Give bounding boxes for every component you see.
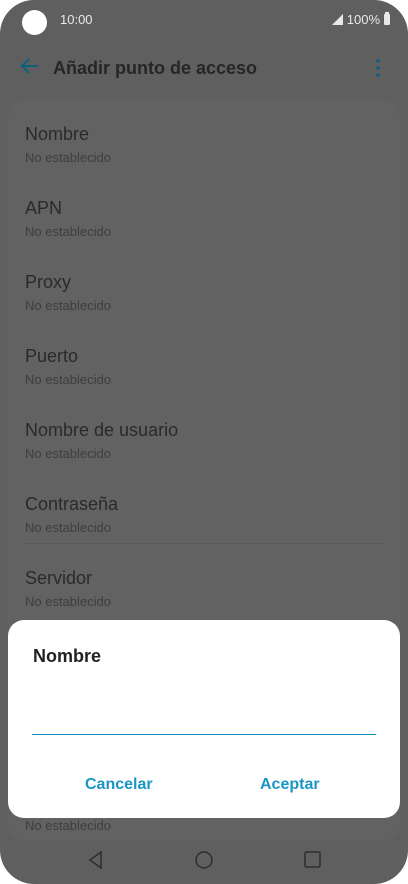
setting-label: Contraseña [25, 494, 119, 514]
setting-value: No establecido [25, 372, 111, 387]
dialog-title: Nombre [33, 646, 102, 666]
setting-label: APN [25, 198, 63, 218]
setting-label: Proxy [25, 272, 72, 292]
back-arrow-icon[interactable] [18, 54, 42, 78]
back-nav-icon[interactable] [86, 846, 106, 879]
name-input[interactable] [32, 704, 376, 735]
hidden-setting-value: No establecido [25, 818, 111, 833]
setting-row-contrasena[interactable]: Contraseña No establecido [25, 470, 383, 544]
setting-label: Puerto [25, 346, 79, 366]
setting-label: Servidor [25, 568, 93, 588]
home-nav-icon[interactable] [193, 846, 215, 879]
page-title: Añadir punto de acceso [53, 58, 258, 78]
setting-row-servidor[interactable]: Servidor No establecido [25, 544, 383, 618]
signal-icon [331, 14, 343, 25]
setting-value: No establecido [25, 298, 111, 313]
setting-row-apn[interactable]: APN No establecido [25, 174, 383, 248]
battery-percent: 100% [346, 12, 380, 27]
status-right: 100% [331, 12, 390, 27]
status-bar: 10:00 100% [0, 0, 408, 40]
setting-value: No establecido [25, 446, 111, 461]
battery-icon [384, 12, 390, 25]
accept-button[interactable]: Aceptar [260, 776, 320, 794]
setting-value: No establecido [25, 594, 111, 609]
cancel-button[interactable]: Cancelar [85, 776, 153, 794]
setting-value: No establecido [25, 150, 111, 165]
status-time: 10:00 [60, 12, 93, 27]
setting-row-nombre[interactable]: Nombre No establecido [25, 100, 383, 174]
setting-row-puerto[interactable]: Puerto No establecido [25, 322, 383, 396]
setting-value: No establecido [25, 224, 111, 239]
setting-label: Nombre de usuario [25, 420, 179, 440]
front-camera [22, 10, 47, 35]
setting-row-proxy[interactable]: Proxy No establecido [25, 248, 383, 322]
more-options-icon[interactable] [368, 56, 388, 80]
name-dialog: Nombre Cancelar Aceptar [8, 620, 400, 818]
setting-label: Nombre [25, 124, 90, 144]
recents-nav-icon[interactable] [302, 846, 322, 879]
setting-row-usuario[interactable]: Nombre de usuario No establecido [25, 396, 383, 470]
app-bar: Añadir punto de acceso [0, 50, 408, 86]
setting-value: No establecido [25, 520, 111, 535]
phone-screen: 10:00 100% Añadir punto de acceso Nombre… [0, 0, 408, 884]
navigation-bar [0, 846, 408, 876]
